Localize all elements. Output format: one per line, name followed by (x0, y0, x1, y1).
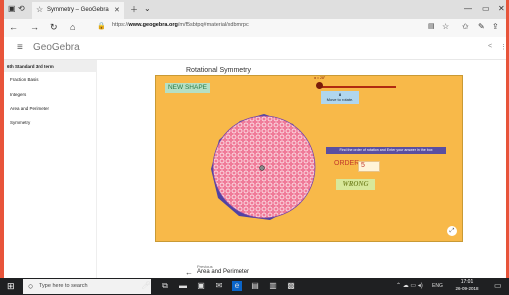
clock-time[interactable]: 17:01 (452, 279, 482, 285)
mail-icon[interactable]: ✉ (214, 281, 224, 291)
center-point[interactable] (259, 165, 265, 171)
tab-title: Symmetry – GeoGebra (47, 7, 109, 13)
url-domain: www.geogebra.org (128, 22, 178, 28)
taskbar: ⊞ ○ Type here to search 🎤︎ ⧉ ▬ ▣ ✉ e ▤ ▥… (0, 278, 509, 295)
star-icon: ☆ (36, 5, 44, 14)
close-icon[interactable]: ✕ (114, 6, 120, 14)
search-icon: ○ (28, 281, 34, 291)
previous-arrow-icon[interactable]: ← (185, 268, 193, 277)
app-icon[interactable]: ▥ (268, 281, 278, 291)
calculator-icon[interactable]: ▤ (250, 281, 260, 291)
tab-back-icon[interactable]: ⟲ (18, 4, 25, 13)
url-field[interactable]: https://www.geogebra.org/m/f5sbtpq#mater… (112, 22, 432, 33)
order-input[interactable]: 5 (358, 161, 380, 172)
edge-icon[interactable]: e (232, 281, 242, 291)
file-explorer-icon[interactable]: ▬ (178, 281, 188, 291)
tab-symmetry[interactable]: ☆ Symmetry – GeoGebra ✕ (32, 2, 124, 19)
mic-icon[interactable]: 🎤︎ (141, 281, 151, 291)
store-icon[interactable]: ▣ (196, 281, 206, 291)
address-bar: ← → ↻ ⌂ 🔒 https://www.geogebra.org/m/f5s… (4, 19, 506, 38)
browser-window: ▣ ⟲ ☆ Symmetry – GeoGebra ✕ ＋ ⌄ — ▭ ✕ ← … (4, 0, 506, 278)
page-title: Rotational Symmetry (186, 67, 251, 74)
instruction-text: Find the order of rotation and Enter you… (326, 147, 446, 154)
language-indicator[interactable]: ENG (432, 283, 443, 289)
new-shape-button[interactable]: NEW SHAPE (165, 83, 210, 93)
notes-icon[interactable]: ✎ (478, 22, 485, 31)
reading-view-icon[interactable]: ▤ (428, 22, 435, 30)
order-label: ORDER (334, 160, 360, 167)
hint-text: Move to rotate. (326, 97, 354, 102)
tab-list-icon[interactable]: ⌄ (144, 4, 151, 13)
sidebar-item-area-perimeter[interactable]: Area and Perimeter (10, 106, 49, 111)
new-tab-icon[interactable]: ＋ (130, 4, 138, 15)
windows-start-icon[interactable]: ⊞ (7, 281, 15, 292)
geogebra-header: ≡ GeoGebra < ⋮ (4, 37, 506, 60)
rotating-shape[interactable] (207, 110, 321, 224)
maximize-icon[interactable]: ▭ (482, 4, 490, 13)
taskbar-search[interactable]: ○ Type here to search (23, 279, 151, 294)
url-prefix: https:// (112, 22, 129, 28)
lock-icon: 🔒 (97, 23, 106, 30)
search-placeholder: Type here to search (39, 283, 88, 289)
fullscreen-icon[interactable]: ⤢ (447, 226, 457, 236)
home-icon[interactable]: ⌂ (70, 22, 75, 32)
sidebar-header: 6th Standard 3rd term (4, 60, 96, 72)
photos-icon[interactable]: ▩ (286, 281, 296, 291)
tab-bar: ▣ ⟲ ☆ Symmetry – GeoGebra ✕ ＋ ⌄ — ▭ ✕ (4, 0, 506, 19)
window-close-icon[interactable]: ✕ (498, 4, 505, 13)
rotate-hint: 8 Move to rotate. (321, 91, 359, 104)
sidebar-item-fraction-basis[interactable]: Fraction Basis (10, 77, 39, 82)
back-icon[interactable]: ← (9, 22, 18, 32)
main-content: Rotational Symmetry NEW SHAPE α = 28° 8 … (96, 60, 506, 278)
url-path: /m/f5sbtpq#material/xdbmrpc (177, 22, 249, 28)
task-view-icon[interactable]: ⧉ (160, 281, 170, 291)
slider-value: α = 28° (314, 76, 326, 80)
share-icon[interactable]: ⇪ (492, 22, 499, 31)
sidebar-item-symmetry[interactable]: Symmetry (10, 120, 30, 125)
tab-actions-icon[interactable]: ▣ (8, 4, 16, 13)
clock-date[interactable]: 26-09-2018 (452, 286, 482, 291)
brand-logo[interactable]: GeoGebra (33, 42, 80, 53)
more-icon[interactable]: ⋮ (500, 43, 506, 51)
notifications-icon[interactable]: ▭ (494, 281, 502, 290)
tray-icons[interactable]: ⌃ ☁ ▭ ◂) (396, 282, 423, 289)
refresh-icon[interactable]: ↻ (50, 22, 58, 33)
result-badge: WRONG (336, 179, 375, 190)
sidebar-item-integers[interactable]: Integers (10, 92, 26, 97)
favorite-icon[interactable]: ☆ (442, 22, 449, 31)
menu-icon[interactable]: ≡ (17, 42, 23, 53)
sidebar: 6th Standard 3rd term Fraction Basis Int… (4, 60, 96, 130)
share-link-icon[interactable]: < (488, 43, 492, 50)
minimize-icon[interactable]: — (464, 4, 472, 13)
geogebra-applet[interactable]: NEW SHAPE α = 28° 8 Move to rotate. Find… (155, 75, 463, 242)
previous-link[interactable]: Area and Perimeter (197, 269, 249, 275)
slider-knob[interactable] (316, 82, 323, 89)
forward-icon[interactable]: → (30, 22, 39, 32)
favorites-hub-icon[interactable]: ✩ (462, 22, 469, 31)
rotation-slider[interactable] (318, 86, 396, 88)
